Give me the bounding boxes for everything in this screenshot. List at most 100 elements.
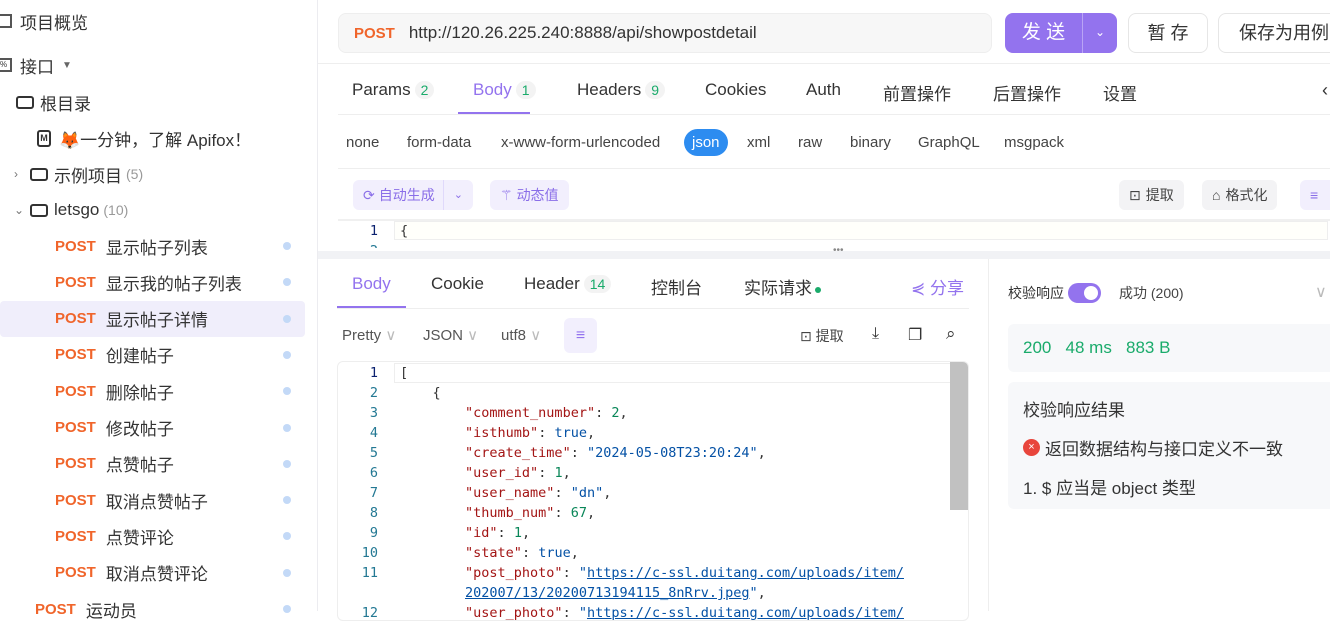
scrollbar-thumb[interactable]	[950, 362, 968, 510]
caret-down-icon[interactable]: ▼	[62, 60, 72, 71]
chevron-right-icon[interactable]: ›	[14, 167, 30, 181]
status-dot	[283, 605, 291, 613]
code-line: "thumb_num": 67,	[400, 505, 595, 521]
sidebar-overview[interactable]: 项目概览	[0, 3, 305, 39]
body-type-xml[interactable]: xml	[747, 134, 770, 151]
send-button[interactable]: 发 送	[1005, 13, 1083, 53]
url-input[interactable]: http://120.26.225.240:8888/api/showpostd…	[409, 23, 757, 43]
body-type-form-data[interactable]: form-data	[407, 134, 471, 151]
validate-toggle[interactable]	[1068, 283, 1101, 303]
count: (10)	[103, 202, 129, 218]
body-type-json[interactable]: json	[684, 129, 728, 156]
dynamic-value-button[interactable]: ⚚ 动态值	[490, 180, 569, 210]
code-line: "id": 1,	[400, 525, 530, 541]
tree-endpoint[interactable]: POST 显示帖子详情	[0, 300, 305, 337]
label: 显示帖子详情	[105, 311, 208, 331]
chevron-down-icon[interactable]: ⌄	[14, 203, 30, 217]
tree-endpoint[interactable]: POST 显示我的帖子列表	[0, 264, 305, 300]
tab-headers[interactable]: Headers 9	[577, 80, 666, 100]
tree-endpoint[interactable]: POST 点赞评论	[0, 518, 305, 554]
extract-button[interactable]: ⊡ 提取	[1119, 180, 1184, 210]
wrap-toggle[interactable]: ≡	[564, 318, 597, 353]
format-button[interactable]: ⌂ 格式化	[1202, 180, 1278, 210]
body-type-x-www-form-urlencoded[interactable]: x-www-form-urlencoded	[501, 134, 660, 151]
chevron-down-icon[interactable]: ∨	[1315, 282, 1327, 302]
tab-前置操作[interactable]: 前置操作	[883, 80, 951, 105]
format-select[interactable]: JSON ∨	[423, 326, 478, 344]
resize-handle[interactable]: •••	[318, 245, 1330, 259]
tree-endpoint[interactable]: POST 取消点赞评论	[0, 555, 305, 591]
wrap-toggle[interactable]: ≡	[1300, 180, 1330, 210]
label: 分享	[929, 279, 964, 298]
tree-endpoint[interactable]: POST 删除帖子	[0, 373, 305, 409]
tab-badge: 1	[515, 81, 536, 99]
request-body-editor[interactable]: 1 { 2	[338, 219, 1330, 248]
tree-endpoint[interactable]: POST 修改帖子	[0, 410, 305, 446]
method: POST	[55, 346, 96, 364]
token: "id"	[465, 525, 498, 541]
divider	[337, 308, 969, 309]
tree-endpoint[interactable]: POST 显示帖子列表	[0, 228, 305, 264]
body-type-graphql[interactable]: GraphQL	[918, 134, 980, 151]
token: :	[595, 405, 612, 421]
body-type-raw[interactable]: raw	[798, 134, 822, 151]
tree-root[interactable]: 根目录	[0, 84, 305, 120]
response-body-viewer[interactable]: 1 [2 {3 "comment_number": 2, 4 "isthumb": …	[337, 361, 969, 621]
tab-cookies[interactable]: Cookies	[705, 80, 766, 100]
search-icon[interactable]: ⌕	[946, 324, 956, 344]
token: ,	[521, 525, 531, 541]
tree-endpoint[interactable]: POST 创建帖子	[0, 337, 305, 373]
encoding-select[interactable]: utf8 ∨	[501, 326, 541, 344]
status-dot	[283, 496, 291, 505]
token: {	[400, 385, 441, 401]
sidebar-api[interactable]: % 接口 ▼	[0, 47, 305, 83]
save-button[interactable]: 暂 存	[1128, 13, 1208, 53]
token: "	[578, 565, 587, 581]
tab-auth[interactable]: Auth	[806, 80, 841, 100]
extract-button[interactable]: ⊡ 提取	[800, 326, 844, 346]
method-select[interactable]: POST	[354, 25, 395, 42]
view-mode-select[interactable]: Pretty ∨	[342, 326, 396, 344]
tab-body[interactable]: Body	[352, 274, 391, 294]
token: :	[562, 605, 579, 621]
tab-后置操作[interactable]: 后置操作	[993, 80, 1061, 105]
wrap-icon: ≡	[1310, 187, 1319, 203]
response-schema-select[interactable]: 成功 (200)	[1119, 283, 1184, 303]
url-bar[interactable]: POST http://120.26.225.240:8888/api/show…	[338, 13, 992, 53]
download-icon[interactable]: ⤓	[872, 325, 879, 343]
body-type-msgpack[interactable]: msgpack	[1004, 134, 1064, 151]
chevron-down-icon[interactable]: ⌄	[1083, 13, 1117, 53]
tab-cookie[interactable]: Cookie	[431, 274, 484, 294]
share-button[interactable]: ⋞ 分享	[911, 274, 964, 299]
tab-实际请求[interactable]: 实际请求	[744, 274, 821, 299]
tree-endpoint[interactable]: POST 取消点赞帖子	[0, 482, 305, 518]
code-line: "state": true,	[400, 545, 579, 561]
tab-header[interactable]: Header 14	[524, 274, 612, 294]
label: 格式化	[1225, 187, 1268, 203]
tab-设置[interactable]: 设置	[1103, 80, 1137, 105]
tree-folder[interactable]: › 示例项目 (5)	[0, 156, 305, 192]
body-type-binary[interactable]: binary	[850, 134, 891, 151]
token: "create_time"	[465, 445, 571, 461]
chevron-down-icon[interactable]: ⌄	[442, 180, 473, 210]
line-number: 9	[369, 525, 378, 541]
tree-endpoint[interactable]: POST 点赞帖子	[0, 446, 305, 482]
code-line: "user_photo": "https://c-ssl.duitang.com…	[400, 605, 904, 621]
tree-doc-intro[interactable]: M 🦊一分钟，了解 Apifox！	[0, 120, 305, 156]
auto-generate-button[interactable]: ⟳ 自动生成 ⌄	[353, 180, 473, 210]
tab-控制台[interactable]: 控制台	[651, 274, 702, 299]
token: :	[554, 485, 571, 501]
token: "	[578, 605, 587, 621]
label: letsgo	[54, 200, 100, 219]
collapse-icon[interactable]: ‹	[1322, 80, 1328, 101]
tree-folder[interactable]: ⌄ letsgo (10)	[0, 192, 305, 228]
body-type-none[interactable]: none	[346, 134, 379, 151]
token: [	[400, 365, 409, 381]
tree-endpoint[interactable]: POST 运动员	[0, 591, 305, 627]
token: :	[554, 505, 571, 521]
save-as-case-button[interactable]: 保存为用例	[1218, 13, 1330, 53]
tab-params[interactable]: Params 2	[352, 80, 435, 100]
tab-body[interactable]: Body 1	[473, 80, 536, 100]
copy-icon[interactable]: ❐	[908, 325, 922, 345]
